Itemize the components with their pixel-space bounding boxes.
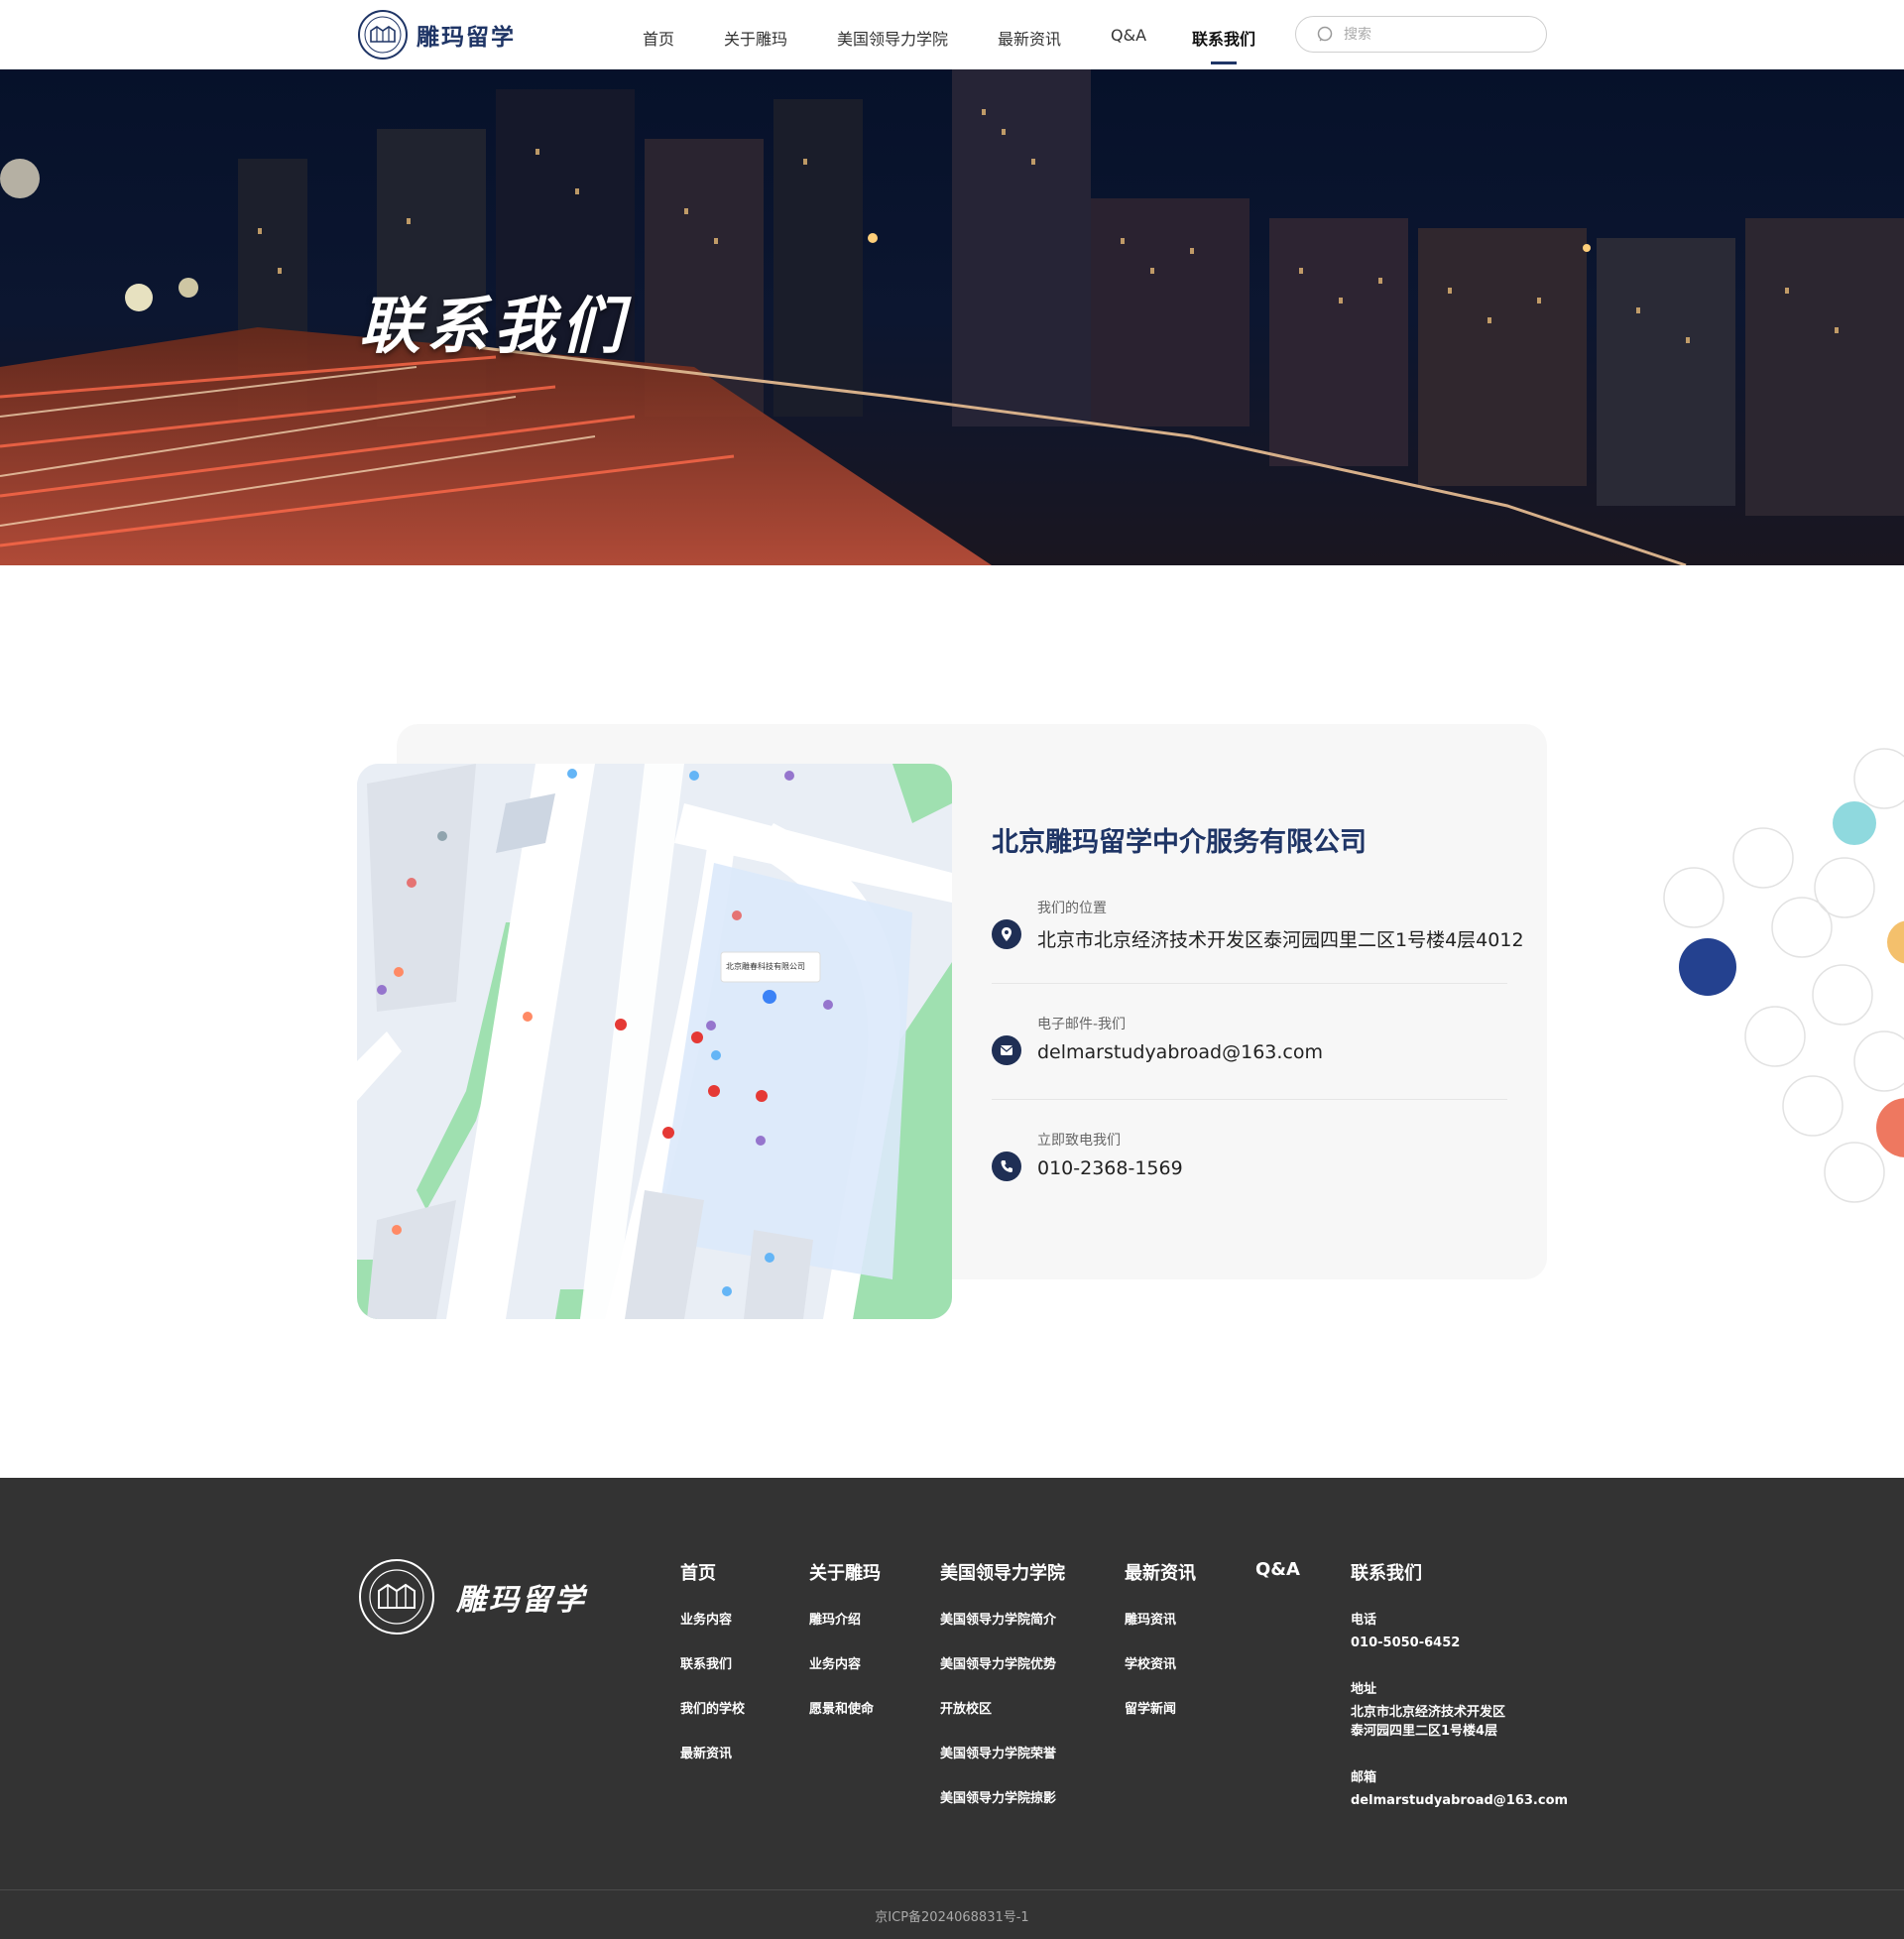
contact-email: 电子邮件-我们 delmarstudyabroad@163.com bbox=[992, 1014, 1507, 1103]
footer-link[interactable]: 愿景和使命 bbox=[809, 1698, 881, 1717]
phone-icon bbox=[992, 1151, 1021, 1181]
footer-col-qa: Q&A bbox=[1255, 1559, 1300, 1604]
nav-contact[interactable]: 联系我们 bbox=[1192, 26, 1255, 50]
email-label: 电子邮件-我们 bbox=[1037, 1017, 1127, 1032]
footer-logo-emblem-icon[interactable] bbox=[357, 1557, 436, 1636]
footer-link[interactable]: 学校资讯 bbox=[1125, 1653, 1196, 1672]
footer-link[interactable]: 业务内容 bbox=[809, 1653, 881, 1672]
nav-qa[interactable]: Q&A bbox=[1111, 26, 1146, 45]
footer-col-contact: 联系我们 电话 010-5050-6452 地址 北京市北京经济技术开发区 泰河… bbox=[1351, 1559, 1568, 1836]
email-icon bbox=[992, 1035, 1021, 1065]
footer-phone-value[interactable]: 010-5050-6452 bbox=[1351, 1634, 1568, 1652]
footer-address-line: 泰河园四里二区1号楼4层 bbox=[1351, 1724, 1498, 1739]
footer-col-title[interactable]: 关于雕玛 bbox=[809, 1559, 881, 1585]
footer-col-title[interactable]: Q&A bbox=[1255, 1559, 1300, 1580]
footer-link[interactable]: 我们的学校 bbox=[680, 1698, 745, 1717]
search-box[interactable] bbox=[1295, 16, 1547, 53]
logo-text[interactable]: 雕玛留学 bbox=[416, 18, 516, 52]
contact-divider bbox=[992, 1099, 1507, 1100]
footer-logo-text[interactable]: 雕玛留学 bbox=[456, 1575, 587, 1619]
footer-link[interactable]: 雕玛介绍 bbox=[809, 1609, 881, 1628]
phone-link[interactable]: 010-2368-1569 bbox=[1037, 1157, 1183, 1179]
footer-email-value[interactable]: delmarstudyabroad@163.com bbox=[1351, 1791, 1568, 1810]
footer-phone: 电话 010-5050-6452 bbox=[1351, 1609, 1568, 1652]
search-icon[interactable] bbox=[1316, 25, 1336, 45]
footer-link[interactable]: 美国领导力学院荣誉 bbox=[940, 1743, 1065, 1761]
footer-link[interactable]: 联系我们 bbox=[680, 1653, 745, 1672]
footer-link[interactable]: 美国领导力学院掠影 bbox=[940, 1787, 1065, 1806]
footer-link[interactable]: 美国领导力学院简介 bbox=[940, 1609, 1065, 1628]
location-map[interactable]: 北京雕春科技有限公司 bbox=[357, 764, 952, 1319]
footer-link[interactable]: 雕玛资讯 bbox=[1125, 1609, 1196, 1628]
hero-banner: 联系我们 bbox=[0, 69, 1904, 565]
location-label: 我们的位置 bbox=[1037, 901, 1107, 916]
nav-home[interactable]: 首页 bbox=[643, 26, 674, 50]
footer-address: 地址 北京市北京经济技术开发区 泰河园四里二区1号楼4层 bbox=[1351, 1678, 1568, 1741]
contact-divider bbox=[992, 983, 1507, 984]
footer-address-label: 地址 bbox=[1351, 1682, 1377, 1697]
nav-news[interactable]: 最新资讯 bbox=[998, 26, 1061, 50]
logo-emblem-icon[interactable] bbox=[357, 9, 409, 61]
contact-location: 我们的位置 北京市北京经济技术开发区泰河园四里二区1号楼4层4012 bbox=[992, 898, 1524, 987]
location-value: 北京市北京经济技术开发区泰河园四里二区1号楼4层4012 bbox=[1037, 929, 1524, 951]
decorative-circles-graphic bbox=[1663, 748, 1904, 1203]
email-link[interactable]: delmarstudyabroad@163.com bbox=[1037, 1041, 1323, 1063]
nav-leadership-academy[interactable]: 美国领导力学院 bbox=[837, 26, 948, 50]
footer-link[interactable]: 美国领导力学院优势 bbox=[940, 1653, 1065, 1672]
site-header: 雕玛留学 首页 关于雕玛 美国领导力学院 最新资讯 Q&A 联系我们 bbox=[0, 0, 1904, 69]
icp-record[interactable]: 京ICP备2024068831号-1 bbox=[0, 1906, 1904, 1925]
nav-active-underline bbox=[1211, 61, 1237, 64]
footer-col-title[interactable]: 首页 bbox=[680, 1559, 745, 1585]
footer-divider bbox=[0, 1889, 1904, 1890]
footer-col-leadership: 美国领导力学院 美国领导力学院简介 美国领导力学院优势 开放校区 美国领导力学院… bbox=[940, 1559, 1065, 1832]
footer-link[interactable]: 最新资讯 bbox=[680, 1743, 745, 1761]
footer-link[interactable]: 开放校区 bbox=[940, 1698, 1065, 1717]
footer-email-label: 邮箱 bbox=[1351, 1770, 1377, 1785]
location-pin-icon bbox=[992, 919, 1021, 949]
contact-phone: 立即致电我们 010-2368-1569 bbox=[992, 1130, 1507, 1219]
footer-address-line: 北京市北京经济技术开发区 bbox=[1351, 1705, 1506, 1720]
footer-link[interactable]: 留学新闻 bbox=[1125, 1698, 1196, 1717]
map-pin-label: 北京雕春科技有限公司 bbox=[726, 962, 805, 971]
footer-link[interactable]: 业务内容 bbox=[680, 1609, 745, 1628]
search-input[interactable] bbox=[1344, 23, 1532, 47]
footer-col-home: 首页 业务内容 联系我们 我们的学校 最新资讯 bbox=[680, 1559, 745, 1787]
footer-col-title[interactable]: 联系我们 bbox=[1351, 1559, 1568, 1585]
company-name: 北京雕玛留学中介服务有限公司 bbox=[992, 827, 1367, 858]
phone-label: 立即致电我们 bbox=[1037, 1133, 1121, 1149]
hero-city-night-image bbox=[0, 69, 1904, 565]
footer-col-title[interactable]: 美国领导力学院 bbox=[940, 1559, 1065, 1585]
nav-about[interactable]: 关于雕玛 bbox=[724, 26, 787, 50]
footer-col-title[interactable]: 最新资讯 bbox=[1125, 1559, 1196, 1585]
footer-col-about: 关于雕玛 雕玛介绍 业务内容 愿景和使命 bbox=[809, 1559, 881, 1743]
footer-col-news: 最新资讯 雕玛资讯 学校资讯 留学新闻 bbox=[1125, 1559, 1196, 1743]
site-footer: 雕玛留学 首页 业务内容 联系我们 我们的学校 最新资讯 关于雕玛 雕玛介绍 业… bbox=[0, 1478, 1904, 1939]
footer-phone-label: 电话 bbox=[1351, 1613, 1377, 1628]
map-image[interactable] bbox=[357, 764, 952, 1319]
hero-title: 联系我们 bbox=[359, 290, 630, 362]
footer-email: 邮箱 delmarstudyabroad@163.com bbox=[1351, 1766, 1568, 1810]
